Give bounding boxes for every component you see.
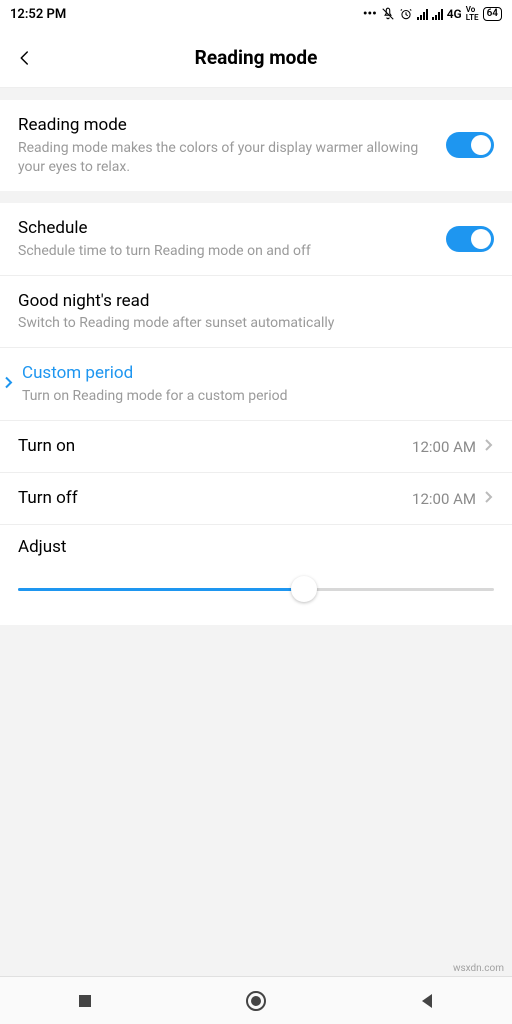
mute-icon: [381, 7, 395, 21]
turn-off-value: 12:00 AM: [412, 490, 476, 508]
good-night-item[interactable]: Good night's read Switch to Reading mode…: [0, 276, 512, 349]
volte-label: VoLTE: [466, 6, 479, 22]
turn-on-label: Turn on: [18, 435, 412, 458]
adjust-slider[interactable]: [18, 579, 494, 599]
network-label: 4G: [447, 7, 462, 21]
schedule-desc: Schedule time to turn Reading mode on an…: [18, 242, 436, 261]
watermark: wsxdn.com: [453, 963, 504, 974]
slider-fill: [18, 588, 304, 591]
alarm-icon: [399, 7, 413, 21]
reading-mode-toggle[interactable]: [446, 132, 494, 158]
custom-period-item[interactable]: Custom period Turn on Reading mode for a…: [0, 348, 512, 421]
chevron-right-icon: [484, 437, 494, 456]
circle-icon: [245, 990, 267, 1012]
empty-area: [0, 625, 512, 976]
custom-period-desc: Turn on Reading mode for a custom period: [22, 387, 494, 406]
item-text: Turn on: [18, 435, 412, 458]
reading-mode-section: Reading mode Reading mode makes the colo…: [0, 100, 512, 191]
good-night-desc: Switch to Reading mode after sunset auto…: [18, 314, 494, 333]
good-night-title: Good night's read: [18, 290, 494, 313]
turn-off-item[interactable]: Turn off 12:00 AM: [0, 473, 512, 525]
turn-on-item[interactable]: Turn on 12:00 AM: [0, 421, 512, 473]
item-text: Reading mode Reading mode makes the colo…: [18, 114, 436, 177]
nav-back-button[interactable]: [342, 977, 511, 1024]
square-icon: [77, 993, 93, 1009]
more-icon: •••: [363, 7, 377, 22]
triangle-back-icon: [418, 992, 436, 1010]
adjust-label: Adjust: [18, 537, 494, 557]
back-button[interactable]: [0, 28, 50, 88]
status-time: 12:52 PM: [10, 7, 66, 22]
status-bar: 12:52 PM ••• 4G VoLTE 64: [0, 0, 512, 28]
section-gap-2: [0, 191, 512, 203]
item-text: Good night's read Switch to Reading mode…: [18, 290, 494, 334]
adjust-item: Adjust: [0, 525, 512, 625]
battery-icon: 64: [483, 7, 502, 21]
slider-track: [18, 588, 494, 591]
item-text: Schedule Schedule time to turn Reading m…: [18, 217, 436, 261]
schedule-item[interactable]: Schedule Schedule time to turn Reading m…: [0, 203, 512, 276]
schedule-toggle[interactable]: [446, 226, 494, 252]
nav-home-button[interactable]: [172, 977, 341, 1024]
schedule-title: Schedule: [18, 217, 436, 240]
page-title: Reading mode: [0, 46, 512, 69]
section-gap: [0, 88, 512, 100]
item-text: Turn off: [18, 487, 412, 510]
turn-off-label: Turn off: [18, 487, 412, 510]
back-icon: [16, 49, 34, 67]
signal-2-icon: [432, 9, 443, 20]
app-header: Reading mode: [0, 28, 512, 88]
chevron-right-icon: [4, 375, 14, 394]
reading-mode-title: Reading mode: [18, 114, 436, 137]
schedule-section: Schedule Schedule time to turn Reading m…: [0, 203, 512, 625]
item-text: Custom period Turn on Reading mode for a…: [22, 362, 494, 406]
status-right: ••• 4G VoLTE 64: [363, 6, 502, 22]
slider-knob[interactable]: [291, 576, 317, 602]
turn-on-value: 12:00 AM: [412, 438, 476, 456]
reading-mode-item[interactable]: Reading mode Reading mode makes the colo…: [0, 100, 512, 191]
reading-mode-desc: Reading mode makes the colors of your di…: [18, 139, 436, 177]
custom-period-title: Custom period: [22, 362, 494, 385]
nav-recent-button[interactable]: [1, 977, 170, 1024]
signal-1-icon: [417, 9, 428, 20]
chevron-right-icon: [484, 489, 494, 508]
navigation-bar: [0, 976, 512, 1024]
